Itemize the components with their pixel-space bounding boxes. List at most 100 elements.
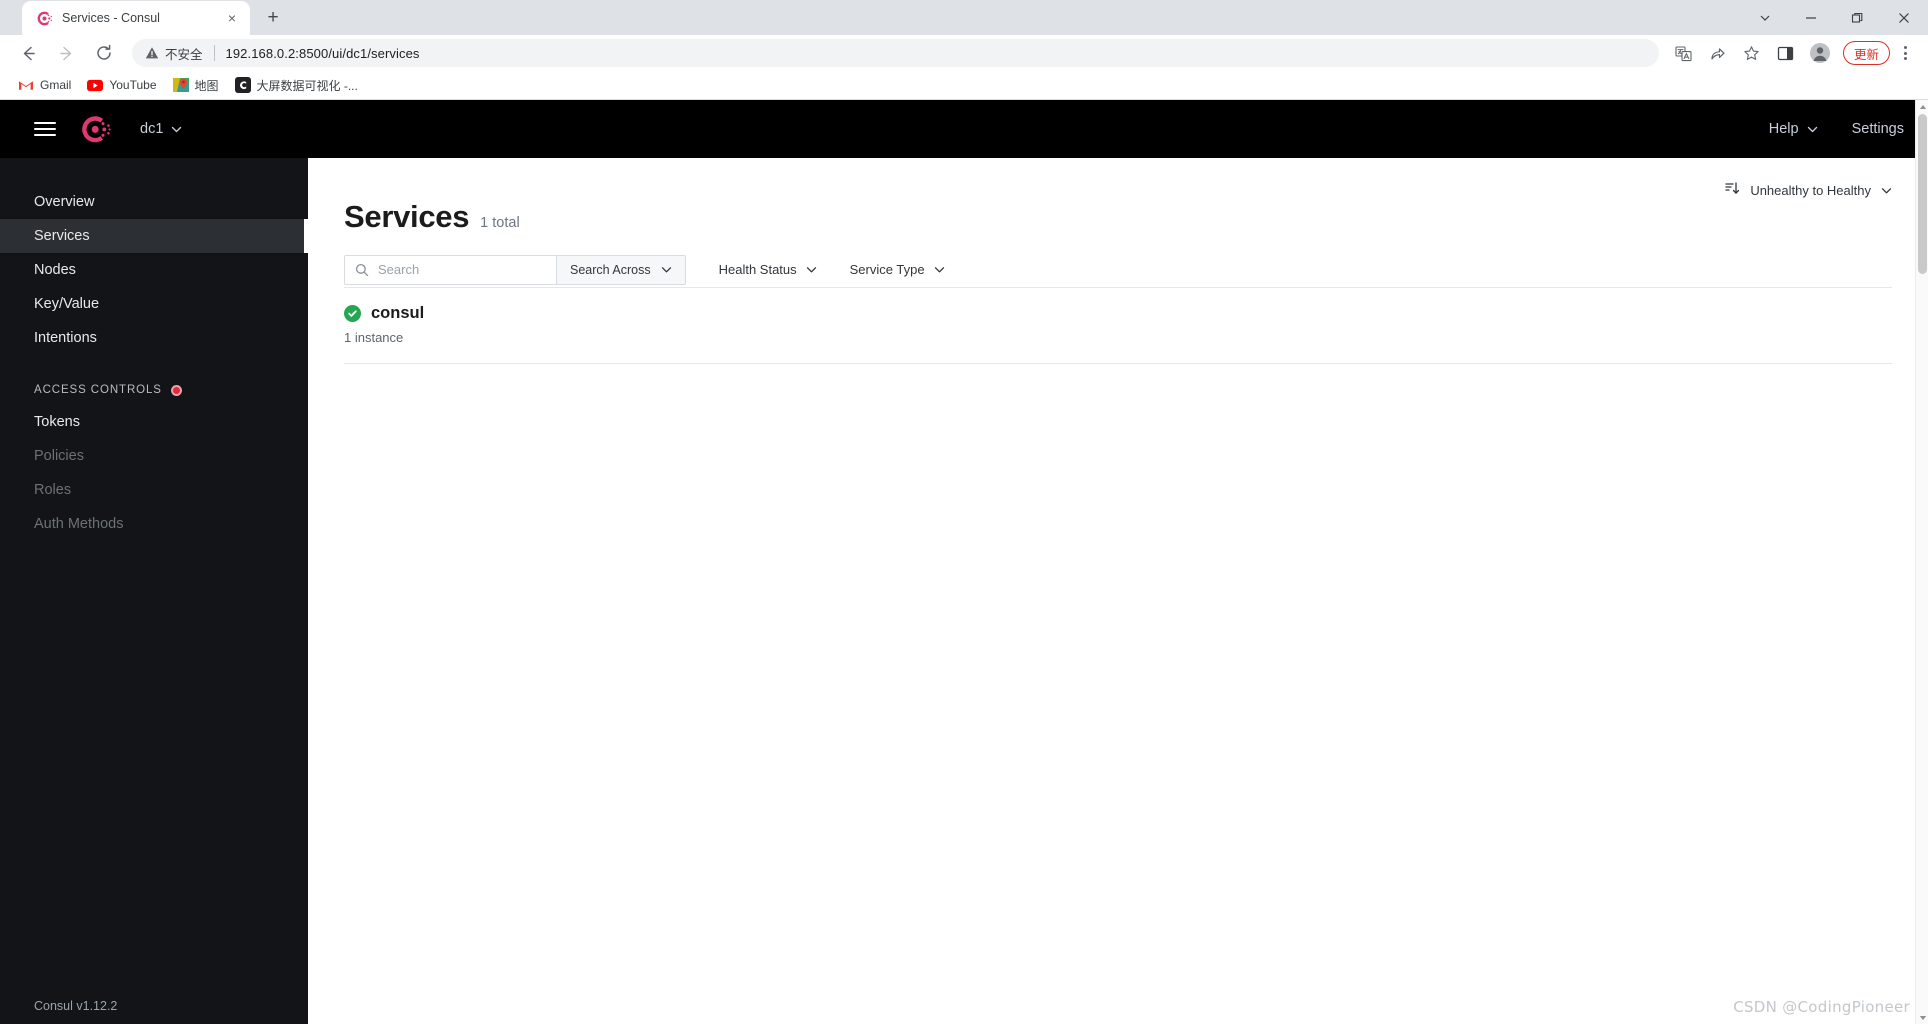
bookmark-gmail[interactable]: Gmail: [18, 74, 71, 96]
bookmarks-bar: Gmail YouTube 地图 大屏数据可视化 -...: [0, 71, 1928, 100]
back-icon[interactable]: [14, 39, 42, 67]
services-list: consul 1 instance: [344, 288, 1892, 364]
service-name-line: consul: [344, 304, 1892, 323]
sidebar-item-overview[interactable]: Overview: [0, 185, 308, 219]
sidebar-item-label: Tokens: [34, 414, 80, 430]
profile-avatar-icon[interactable]: [1805, 39, 1835, 67]
page-header: Services 1 total: [344, 158, 1892, 235]
tab-search-button[interactable]: [1742, 0, 1788, 35]
app-header: dc1 Help Settings: [0, 100, 1928, 158]
sidebar-item-label: Key/Value: [34, 296, 100, 312]
sort-dropdown[interactable]: Unhealthy to Healthy: [1725, 175, 1892, 205]
consul-app: dc1 Help Settings Overview Services Node…: [0, 100, 1928, 1024]
bookmark-csdn[interactable]: 大屏数据可视化 -...: [234, 74, 358, 96]
toolbar-actions: 更新: [1665, 39, 1918, 67]
sidebar-item-auth-methods[interactable]: Auth Methods: [0, 507, 308, 541]
service-row[interactable]: consul 1 instance: [344, 288, 1892, 364]
consul-logo[interactable]: [80, 113, 112, 145]
bookmark-label: 大屏数据可视化 -...: [256, 78, 358, 93]
sidebar-item-roles[interactable]: Roles: [0, 473, 308, 507]
bookmark-label: 地图: [194, 78, 219, 93]
side-panel-icon[interactable]: [1771, 39, 1801, 67]
search-group: Search Search Across: [344, 254, 686, 285]
sidebar-section-label: ACCESS CONTROLS: [34, 384, 162, 396]
chevron-down-icon: [1881, 187, 1892, 193]
sidebar-item-label: Auth Methods: [34, 516, 124, 532]
search-icon: [355, 263, 369, 277]
update-button[interactable]: 更新: [1842, 41, 1890, 65]
sidebar-item-intentions[interactable]: Intentions: [0, 321, 308, 355]
security-status-text: 不安全: [165, 47, 203, 62]
bookmark-youtube[interactable]: YouTube: [87, 74, 157, 96]
sidebar-nav: Overview Services Nodes Key/Value Intent…: [0, 158, 308, 1024]
sidebar-item-label: Services: [34, 228, 90, 244]
acl-status-dot-icon: [170, 384, 182, 396]
bookmark-star-icon[interactable]: [1737, 39, 1767, 67]
share-icon[interactable]: [1703, 39, 1733, 67]
translate-icon[interactable]: [1669, 39, 1699, 67]
chevron-down-icon: [661, 267, 671, 273]
health-status-label: Health Status: [718, 262, 797, 277]
not-secure-warning-icon: [145, 46, 159, 60]
chevron-down-icon: [934, 267, 944, 273]
browser-toolbar: 不安全 192.168.0.2:8500/ui/dc1/services 更新: [0, 35, 1928, 71]
scroll-down-arrow-icon[interactable]: [1916, 1011, 1928, 1024]
browser-menu-icon[interactable]: [1892, 39, 1918, 67]
address-bar[interactable]: 不安全 192.168.0.2:8500/ui/dc1/services: [132, 39, 1659, 67]
chevron-down-icon: [1807, 126, 1817, 132]
sidebar-item-policies[interactable]: Policies: [0, 439, 308, 473]
sidebar-item-label: Nodes: [34, 262, 76, 278]
services-total-count: 1 total: [480, 215, 520, 231]
service-type-filter[interactable]: Service Type: [850, 262, 945, 277]
google-maps-icon: [172, 77, 189, 93]
settings-link[interactable]: Settings: [1852, 121, 1904, 137]
gmail-icon: [18, 77, 34, 93]
datacenter-selector[interactable]: dc1: [140, 121, 182, 137]
omnibox-divider: [213, 45, 215, 61]
maximize-button[interactable]: [1834, 0, 1880, 35]
scrollbar-thumb[interactable]: [1918, 114, 1927, 274]
search-across-dropdown[interactable]: Search Across: [556, 254, 686, 285]
browser-window: Services - Consul × + 不安全 192.168.0.2:85…: [0, 0, 1928, 1024]
reload-icon[interactable]: [90, 39, 118, 67]
datacenter-label: dc1: [140, 121, 164, 137]
help-menu[interactable]: Help: [1769, 121, 1818, 137]
settings-label: Settings: [1851, 121, 1904, 137]
close-window-button[interactable]: [1880, 0, 1928, 35]
minimize-button[interactable]: [1788, 0, 1834, 35]
sidebar-item-label: Overview: [34, 194, 95, 210]
youtube-icon: [87, 77, 104, 93]
sidebar-item-services[interactable]: Services: [0, 219, 308, 253]
watermark-text: CSDN @CodingPioneer: [1733, 998, 1910, 1016]
browser-tab[interactable]: Services - Consul ×: [22, 1, 250, 35]
window-controls: [1742, 0, 1928, 35]
sidebar-section-access-controls: ACCESS CONTROLS: [0, 375, 308, 405]
bookmark-maps[interactable]: 地图: [172, 74, 219, 96]
forward-icon[interactable]: [52, 39, 80, 67]
filter-bar: Search Search Across Health Status Servi…: [344, 182, 1892, 288]
bookmark-label: Gmail: [40, 78, 72, 92]
sidebar-item-tokens[interactable]: Tokens: [0, 405, 308, 439]
hamburger-icon[interactable]: [34, 122, 56, 136]
sidebar-version: Consul v1.12.2: [34, 999, 118, 1013]
new-tab-button[interactable]: +: [259, 4, 287, 32]
scroll-up-arrow-icon[interactable]: [1916, 100, 1928, 113]
app-body: Overview Services Nodes Key/Value Intent…: [0, 158, 1928, 1024]
url-text: 192.168.0.2:8500/ui/dc1/services: [225, 45, 420, 61]
sidebar-item-nodes[interactable]: Nodes: [0, 253, 308, 287]
sidebar-item-label: Intentions: [34, 330, 97, 346]
sort-label: Unhealthy to Healthy: [1750, 182, 1871, 198]
search-input[interactable]: Search: [344, 254, 556, 285]
sidebar-item-label: Policies: [34, 448, 84, 464]
page-title: Services: [344, 199, 470, 234]
consul-icon: [36, 10, 53, 27]
sidebar-item-key-value[interactable]: Key/Value: [0, 287, 308, 321]
page-scrollbar[interactable]: [1915, 100, 1928, 1024]
service-type-label: Service Type: [849, 262, 925, 277]
tab-close-icon[interactable]: ×: [223, 9, 241, 27]
tab-title: Services - Consul: [62, 11, 160, 25]
health-status-filter[interactable]: Health Status: [719, 262, 817, 277]
health-check-icon: [344, 305, 361, 322]
help-label: Help: [1768, 121, 1799, 137]
